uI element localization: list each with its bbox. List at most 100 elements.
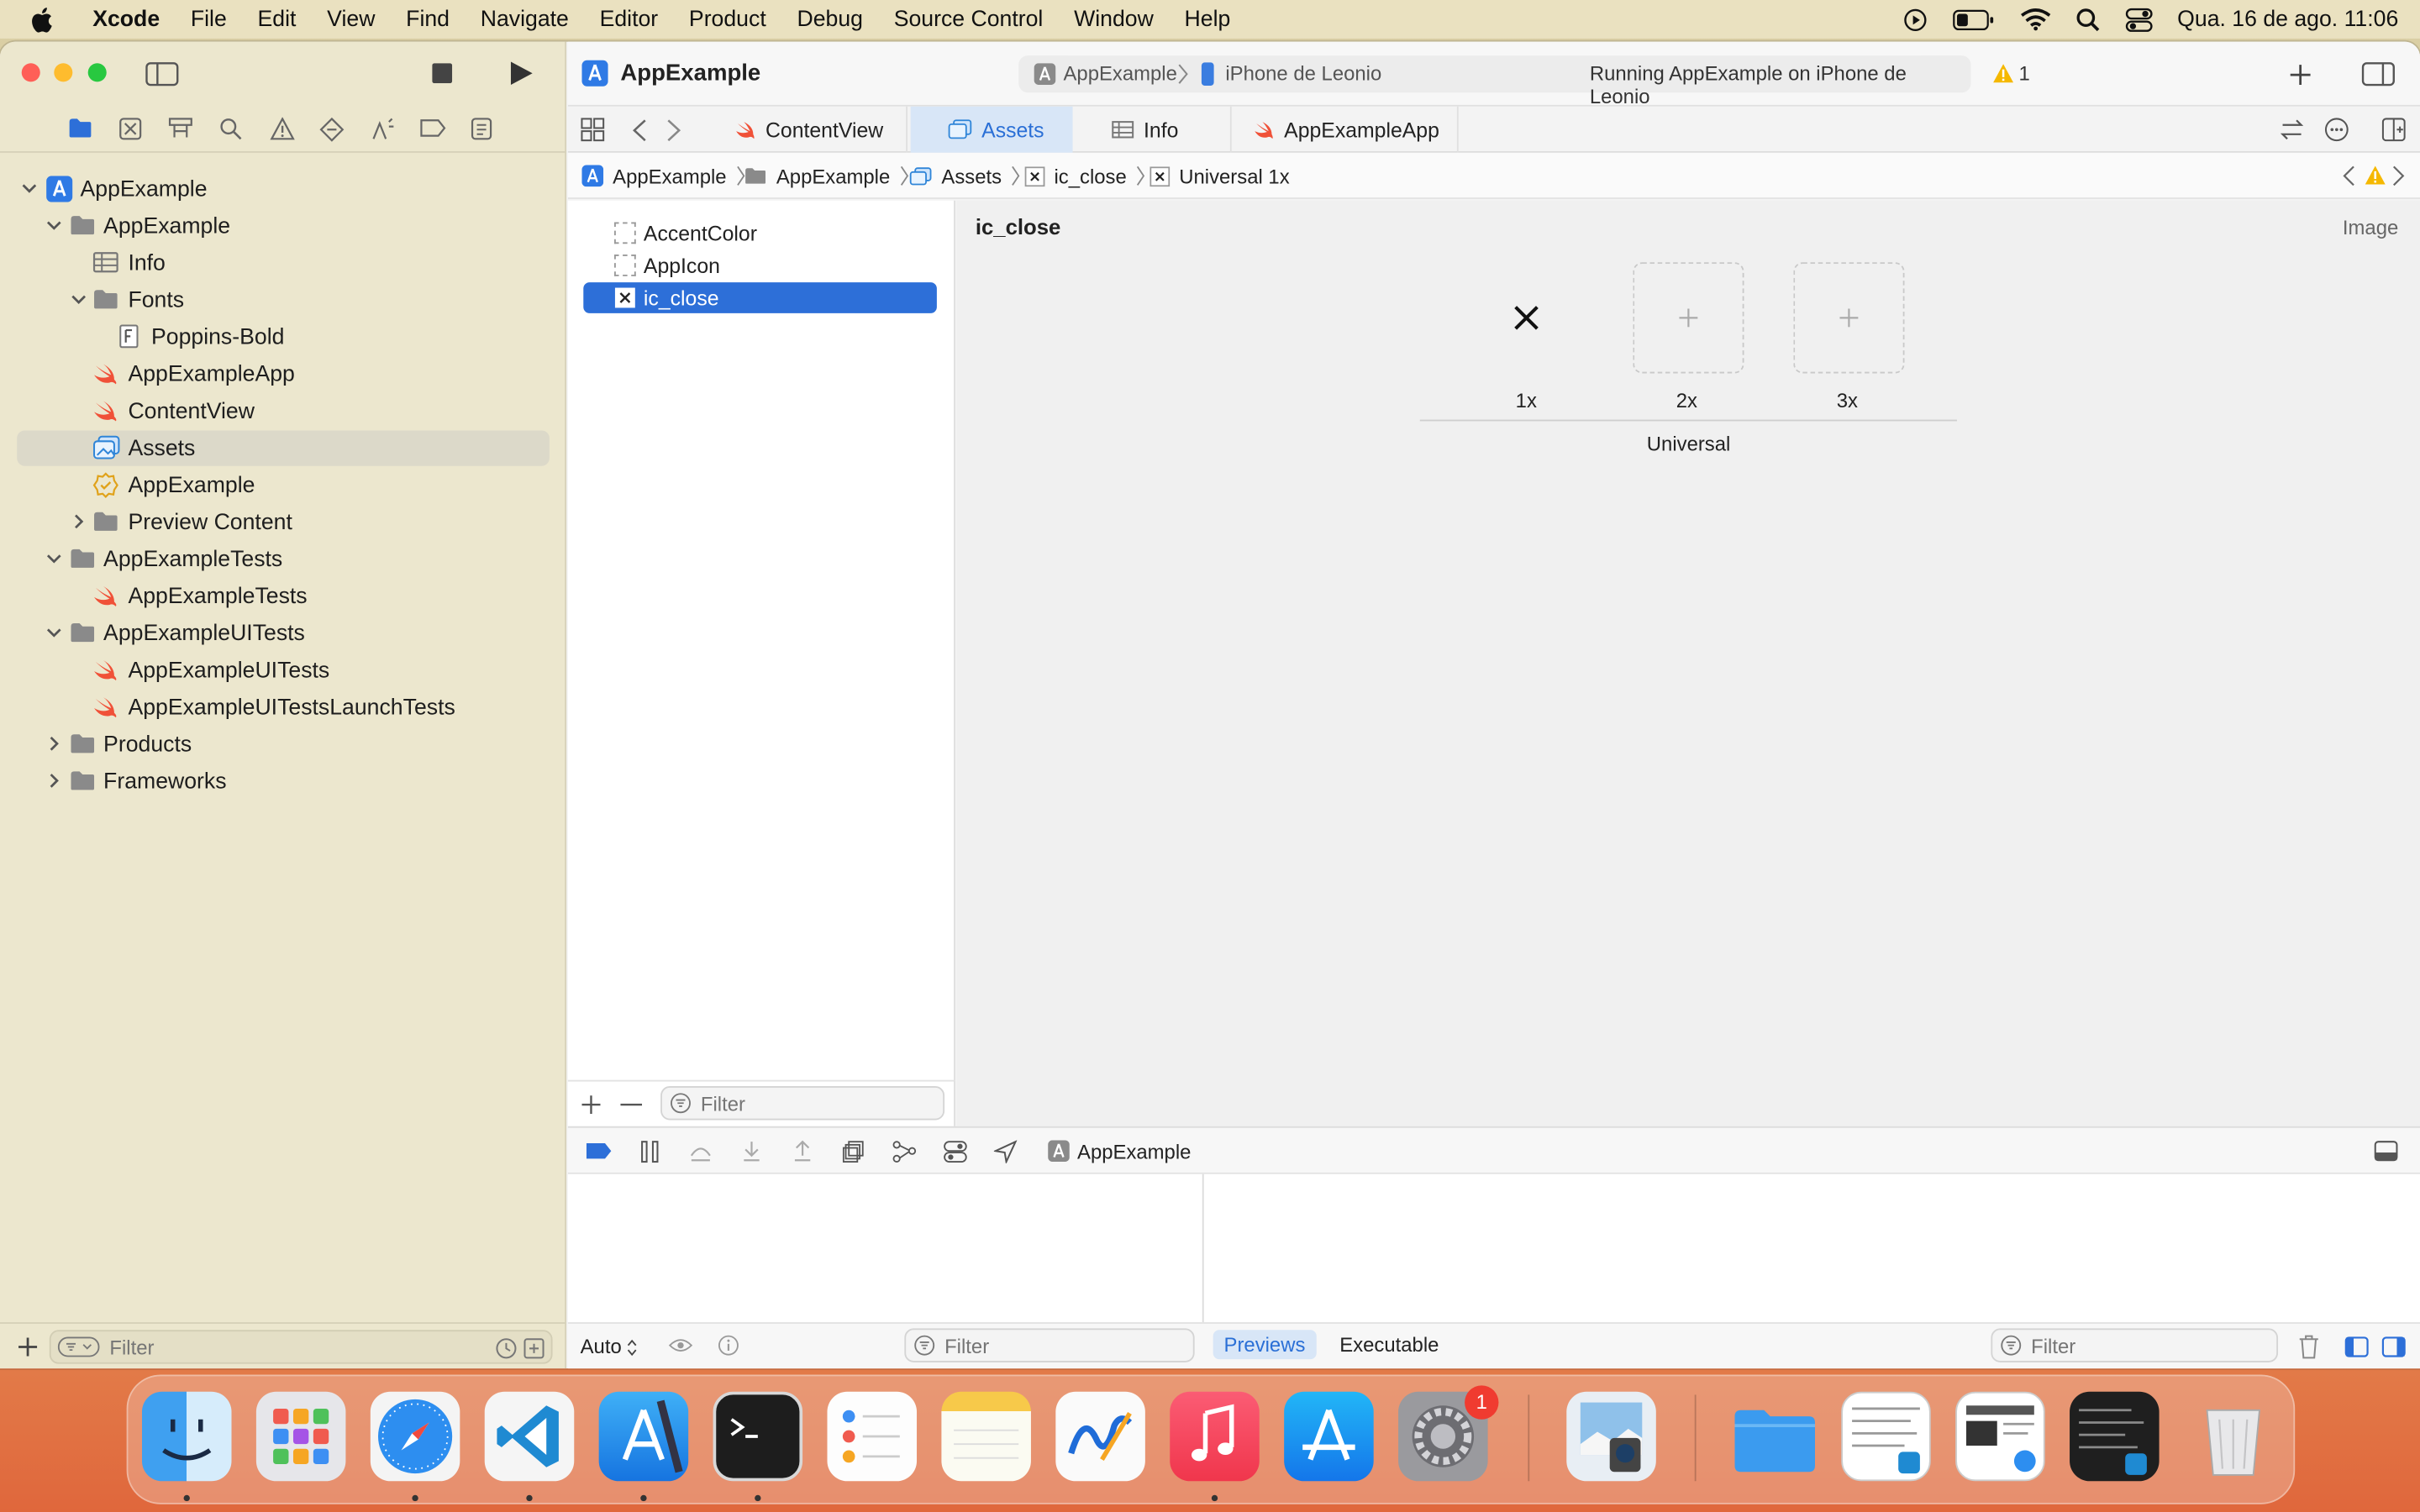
tree-item-info[interactable]: Info	[17, 245, 550, 281]
notes-icon[interactable]	[941, 1391, 1031, 1482]
more-options-icon[interactable]	[2324, 118, 2349, 142]
environment-overrides-icon[interactable]	[943, 1140, 967, 1163]
asset-item-accentcolor[interactable]: AccentColor	[583, 218, 937, 249]
play-status-icon[interactable]	[1902, 7, 1927, 31]
tree-item-appexampletests-file[interactable]: AppExampleTests	[17, 579, 550, 614]
tree-item-project[interactable]: AppExample	[17, 171, 550, 207]
menu-navigate[interactable]: Navigate	[465, 7, 584, 31]
previous-issue-icon[interactable]	[2343, 165, 2355, 187]
apple-icon[interactable]	[0, 5, 71, 33]
image-well-1x[interactable]	[1470, 262, 1581, 373]
asset-item-ic-close[interactable]: ic_close	[583, 282, 937, 313]
source-control-filter-icon[interactable]	[523, 1337, 545, 1359]
tree-item-appexample-folder[interactable]: AppExample	[17, 208, 550, 244]
debug-navigator-icon[interactable]	[371, 118, 395, 142]
tree-item-contentview[interactable]: ContentView	[17, 393, 550, 428]
add-file-icon[interactable]	[17, 1336, 39, 1358]
trash-icon[interactable]	[2298, 1335, 2320, 1359]
wifi-icon[interactable]	[2020, 8, 2051, 31]
recent-document-thumbnail-2[interactable]	[1955, 1391, 2045, 1482]
warning-icon[interactable]	[1992, 63, 2014, 83]
step-over-icon[interactable]	[688, 1140, 713, 1163]
step-out-icon[interactable]	[792, 1140, 813, 1163]
tree-item-preview-content[interactable]: Preview Content	[17, 505, 550, 540]
filter-options-icon[interactable]	[57, 1336, 100, 1358]
terminal-icon[interactable]	[713, 1391, 803, 1482]
tree-item-appexampleuitests-folder[interactable]: AppExampleUITests	[17, 616, 550, 651]
breadcrumb-assets[interactable]: Assets	[909, 153, 1020, 199]
close-window-button[interactable]	[21, 63, 40, 82]
minimize-window-button[interactable]	[54, 63, 73, 82]
source-control-navigator-icon[interactable]	[118, 118, 142, 141]
app-store-icon[interactable]	[1284, 1391, 1374, 1482]
remove-asset-icon[interactable]	[620, 1103, 643, 1106]
menu-file[interactable]: File	[175, 7, 242, 31]
breadcrumb-universal-1x[interactable]: Universal 1x	[1150, 153, 1290, 199]
trash-bin-icon[interactable]	[2188, 1392, 2278, 1482]
breadcrumb-project[interactable]: AppExample	[581, 153, 744, 199]
next-issue-icon[interactable]	[2392, 165, 2405, 187]
asset-filter-input[interactable]	[700, 1091, 933, 1116]
vscode-icon[interactable]	[484, 1391, 575, 1482]
spotlight-search-icon[interactable]	[2075, 7, 2100, 31]
memory-graph-icon[interactable]	[892, 1140, 917, 1163]
breadcrumb-folder[interactable]: AppExample	[744, 153, 908, 199]
asset-filter-field[interactable]	[660, 1086, 945, 1121]
breakpoints-toggle-icon[interactable]	[585, 1142, 613, 1160]
menu-find[interactable]: Find	[391, 7, 466, 31]
menu-view[interactable]: View	[312, 7, 391, 31]
safari-icon[interactable]	[370, 1391, 460, 1482]
tree-item-launchtests[interactable]: AppExampleUITestsLaunchTests	[17, 690, 550, 725]
project-navigator-folder-icon[interactable]	[68, 118, 92, 139]
tab-contentview[interactable]: ContentView	[707, 106, 908, 153]
battery-icon[interactable]	[1952, 8, 1995, 30]
xcode-icon[interactable]	[598, 1391, 689, 1482]
menu-help[interactable]: Help	[1169, 7, 1246, 31]
freeform-icon[interactable]	[1055, 1391, 1145, 1482]
add-asset-icon[interactable]	[581, 1095, 601, 1115]
find-navigator-icon[interactable]	[219, 118, 243, 141]
simulate-location-icon[interactable]	[993, 1140, 1018, 1163]
previews-tab[interactable]: Previews	[1213, 1330, 1317, 1360]
recent-document-thumbnail-3[interactable]	[2070, 1391, 2160, 1482]
warning-count[interactable]: 1	[2018, 61, 2029, 85]
menu-editor[interactable]: Editor	[584, 7, 673, 31]
toggle-inspector-icon[interactable]	[2361, 61, 2395, 87]
navigator-filter-input[interactable]	[109, 1335, 450, 1359]
tree-item-poppins-bold[interactable]: Poppins-Bold	[17, 319, 550, 354]
auto-variables-selector[interactable]: Auto	[581, 1335, 639, 1357]
music-icon[interactable]	[1170, 1391, 1260, 1482]
console-filter-field[interactable]	[1991, 1328, 2279, 1362]
step-into-icon[interactable]	[741, 1140, 763, 1163]
menu-product[interactable]: Product	[674, 7, 782, 31]
tree-item-appexampleapp[interactable]: AppExampleApp	[17, 356, 550, 391]
test-navigator-icon[interactable]	[319, 117, 345, 142]
forward-chevron-icon[interactable]	[666, 118, 681, 142]
tree-item-frameworks[interactable]: Frameworks	[17, 764, 550, 799]
show-variables-view-icon[interactable]	[2344, 1336, 2369, 1358]
scheme-selector[interactable]: AppExample	[1064, 61, 1177, 85]
issue-warning-icon[interactable]	[2365, 165, 2386, 186]
tree-item-products[interactable]: Products	[17, 727, 550, 762]
tree-item-fonts[interactable]: Fonts	[17, 282, 550, 318]
zoom-window-button[interactable]	[87, 63, 107, 82]
show-console-view-icon[interactable]	[2381, 1336, 2406, 1358]
menu-debug[interactable]: Debug	[781, 7, 878, 31]
image-well-2x[interactable]	[1633, 262, 1744, 374]
control-center-icon[interactable]	[2125, 7, 2153, 32]
info-icon[interactable]	[718, 1335, 739, 1357]
preview-icon[interactable]	[1566, 1391, 1656, 1482]
console-filter-input[interactable]	[2031, 1333, 2263, 1357]
tab-assets[interactable]: Assets	[910, 106, 1073, 153]
breadcrumb-ic-close[interactable]: ic_close	[1024, 153, 1145, 199]
downloads-folder-icon[interactable]	[1730, 1392, 1820, 1482]
add-editor-icon[interactable]	[2381, 118, 2406, 142]
library-add-icon[interactable]	[2289, 63, 2312, 87]
debug-target-label[interactable]: AppExample	[1077, 1140, 1191, 1163]
menu-edit[interactable]: Edit	[242, 7, 312, 31]
launchpad-icon[interactable]	[255, 1391, 346, 1482]
swap-arrows-icon[interactable]	[2280, 118, 2304, 140]
executable-tab[interactable]: Executable	[1339, 1333, 1439, 1357]
menu-window[interactable]: Window	[1059, 7, 1169, 31]
image-well-3x[interactable]	[1793, 262, 1905, 374]
